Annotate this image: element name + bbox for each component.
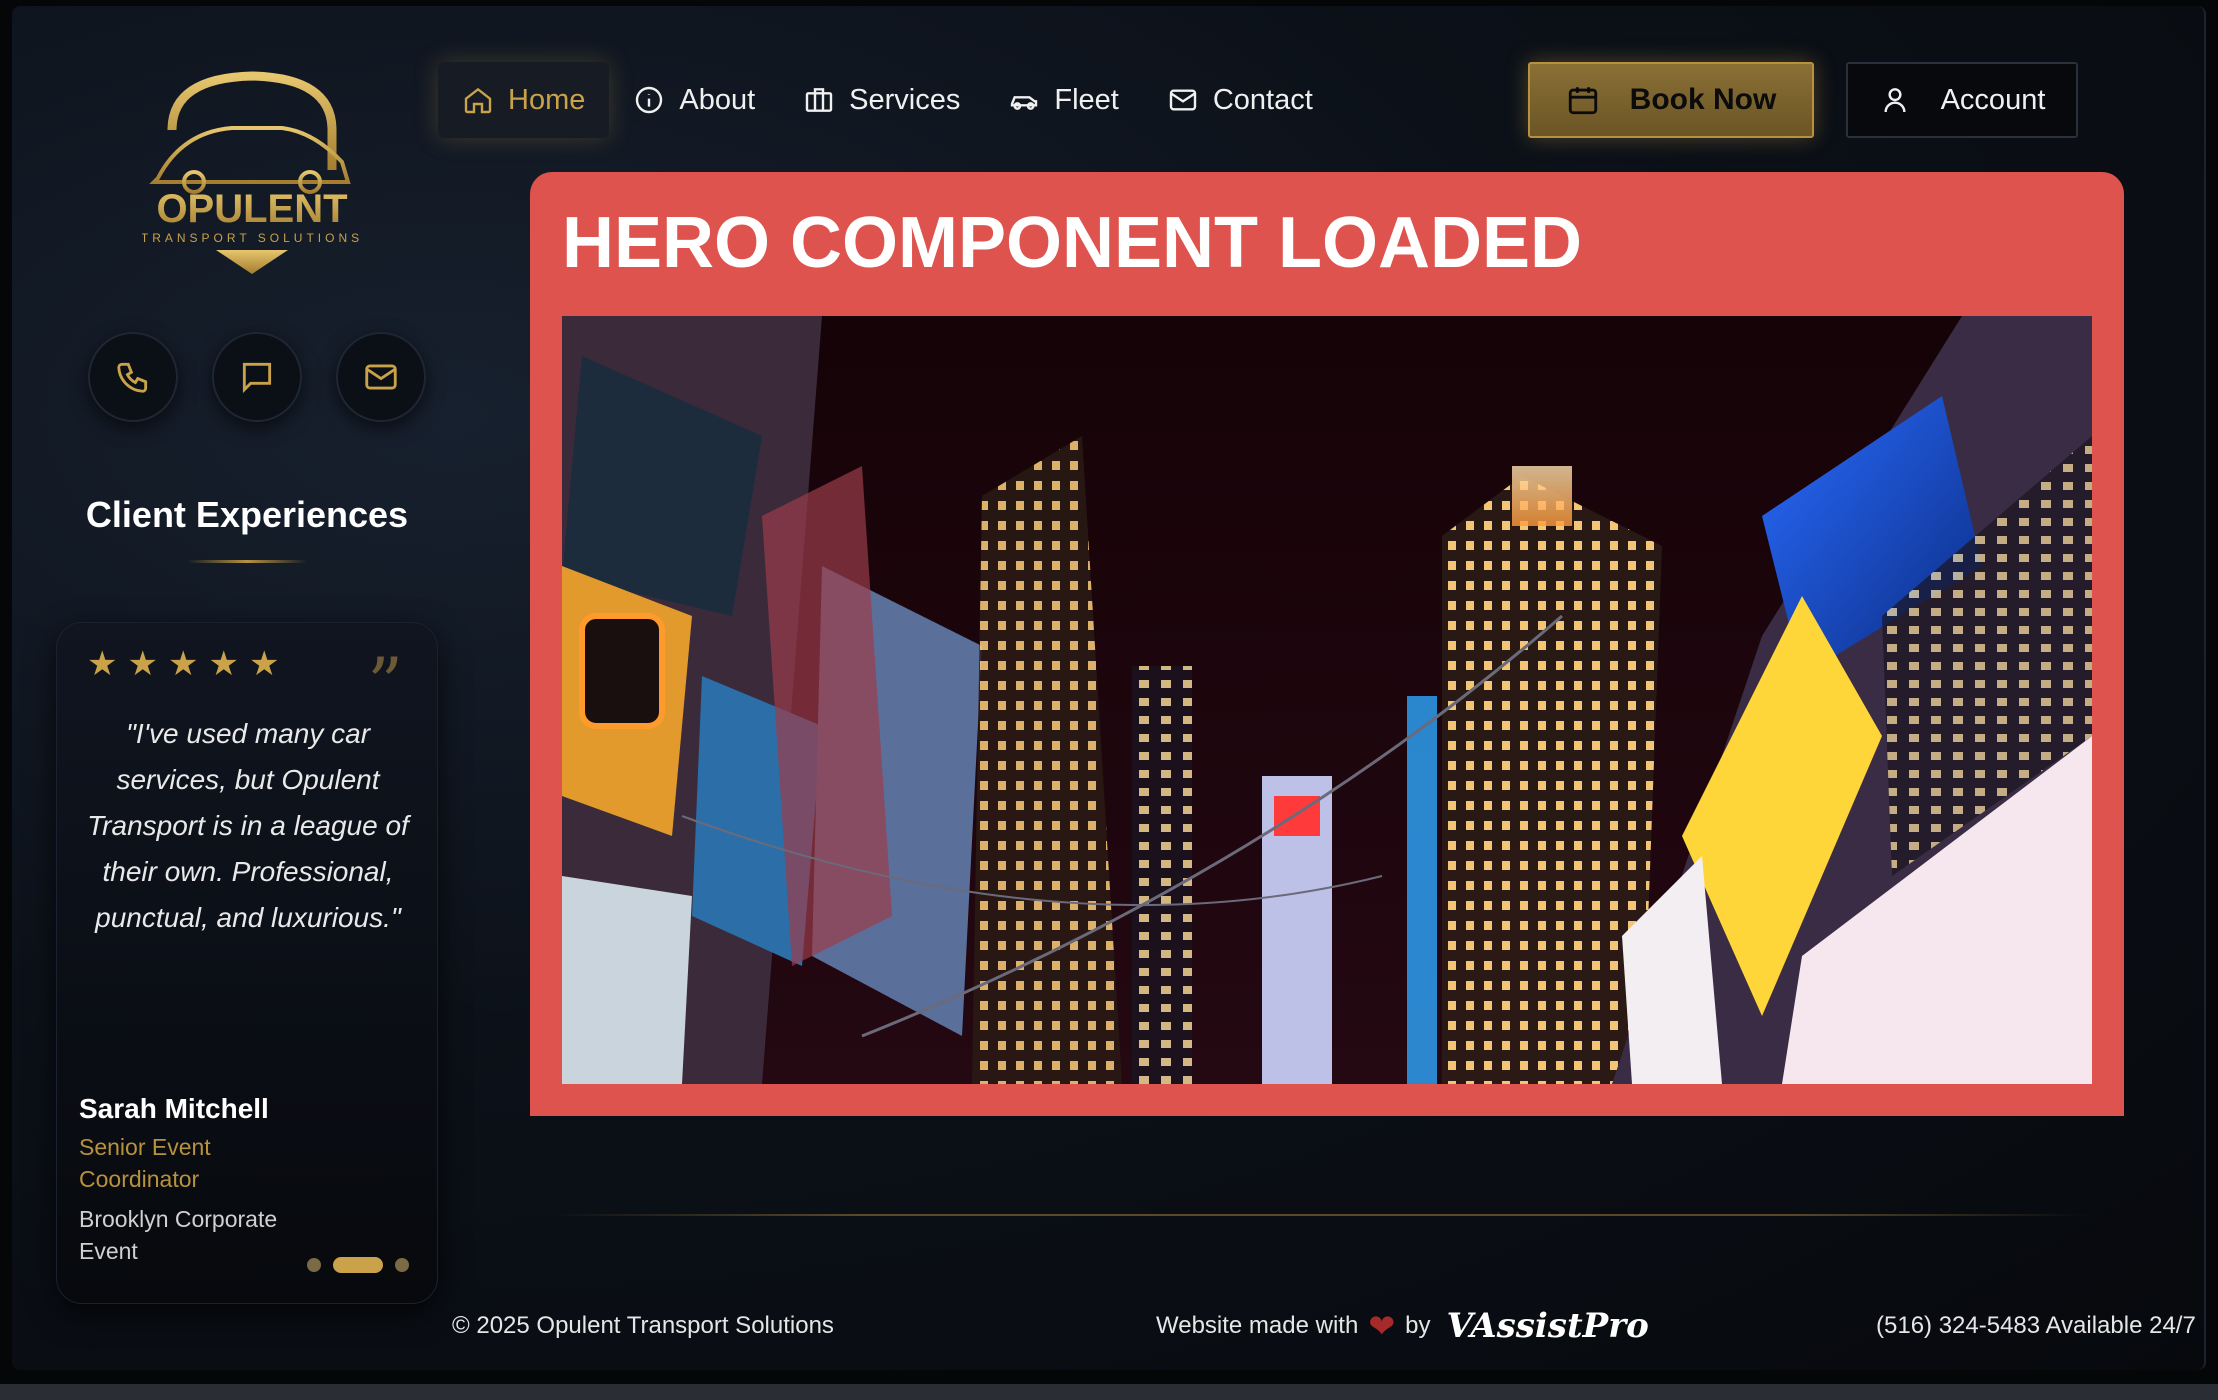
app-window: OPULENT TRANSPORT SOLUTIONS Client Exper… <box>12 6 2206 1370</box>
nav-home[interactable]: Home <box>438 62 610 138</box>
testimonial-author: Sarah Mitchell <box>79 1093 269 1124</box>
made-with-text: Website made with <box>1156 1312 1359 1339</box>
section-divider <box>552 1214 2092 1216</box>
carousel-dot-active[interactable] <box>333 1257 383 1273</box>
star-icon: ★ <box>248 645 280 683</box>
star-icon: ★ <box>87 645 118 683</box>
hero-image <box>562 316 2092 1084</box>
nav-about[interactable]: About <box>609 62 779 138</box>
opulent-logo[interactable]: OPULENT TRANSPORT SOLUTIONS <box>142 70 362 276</box>
footer-credit: Website made with ❤ by VAssistPro <box>1156 1306 1649 1346</box>
testimonial-quote: "I've used many car services, but Opulen… <box>87 718 409 933</box>
testimonial-role: Senior Event Coordinator <box>79 1134 211 1192</box>
nav-fleet[interactable]: Fleet <box>984 62 1142 138</box>
nav-fleet-label: Fleet <box>1054 83 1119 116</box>
footer-copyright: © 2025 Opulent Transport Solutions <box>452 1312 834 1339</box>
book-now-button[interactable]: Book Now <box>1528 62 1814 138</box>
carousel-dots <box>307 1257 409 1273</box>
quick-contact-bar <box>88 332 426 422</box>
email-button[interactable] <box>336 332 426 422</box>
car-icon <box>1011 96 1038 110</box>
testimonial-card: ★ ★ ★ ★ ★ ” "I've used many car services… <box>56 622 438 1304</box>
carousel-dot[interactable] <box>395 1258 409 1272</box>
star-icon: ★ <box>167 645 199 683</box>
main-nav: Home About Services Fleet Contact <box>438 62 1337 138</box>
heart-icon: ❤ <box>1368 1308 1396 1344</box>
quote-icon: ” <box>367 643 403 725</box>
hero-section: HERO COMPONENT LOADED <box>530 172 2124 1116</box>
account-label: Account <box>1940 83 2046 116</box>
book-now-label: Book Now <box>1629 83 1777 116</box>
testimonial-location: Brooklyn Corporate Event <box>79 1206 278 1264</box>
window-bottom-bar <box>0 1384 2218 1400</box>
sidebar-title: Client Experiences <box>85 494 409 535</box>
nav-services[interactable]: Services <box>779 62 984 138</box>
call-button[interactable] <box>88 332 178 422</box>
logo-name: OPULENT <box>156 187 347 231</box>
chat-icon <box>242 362 272 394</box>
hero-title: HERO COMPONENT LOADED <box>562 203 1583 283</box>
star-icon: ★ <box>208 645 239 683</box>
logo-tagline: TRANSPORT SOLUTIONS <box>142 231 362 245</box>
briefcase-icon <box>805 88 833 112</box>
star-rating: ★ ★ ★ ★ ★ <box>87 647 279 681</box>
nav-contact-label: Contact <box>1212 83 1313 116</box>
user-icon <box>1884 88 1906 113</box>
chat-button[interactable] <box>212 332 302 422</box>
info-icon <box>636 86 663 114</box>
phone-icon <box>117 362 148 393</box>
calendar-icon <box>1568 87 1597 115</box>
nav-about-label: About <box>679 83 756 116</box>
nav-services-label: Services <box>849 83 961 116</box>
nav-contact[interactable]: Contact <box>1143 62 1337 138</box>
home-icon <box>464 87 492 114</box>
star-icon: ★ <box>127 645 158 683</box>
carousel-dot[interactable] <box>307 1258 321 1272</box>
mail-icon <box>1169 89 1197 111</box>
city-night-illustration <box>562 316 2092 1084</box>
vassistpro-logo[interactable]: VAssistPro <box>1446 1306 1648 1346</box>
by-text: by <box>1405 1312 1431 1339</box>
nav-home-label: Home <box>508 83 586 116</box>
footer-contact[interactable]: (516) 324-5483 Available 24/7 <box>1876 1312 2196 1340</box>
account-button[interactable]: Account <box>1846 62 2078 138</box>
title-underline <box>187 560 307 563</box>
mail-icon <box>365 364 397 390</box>
